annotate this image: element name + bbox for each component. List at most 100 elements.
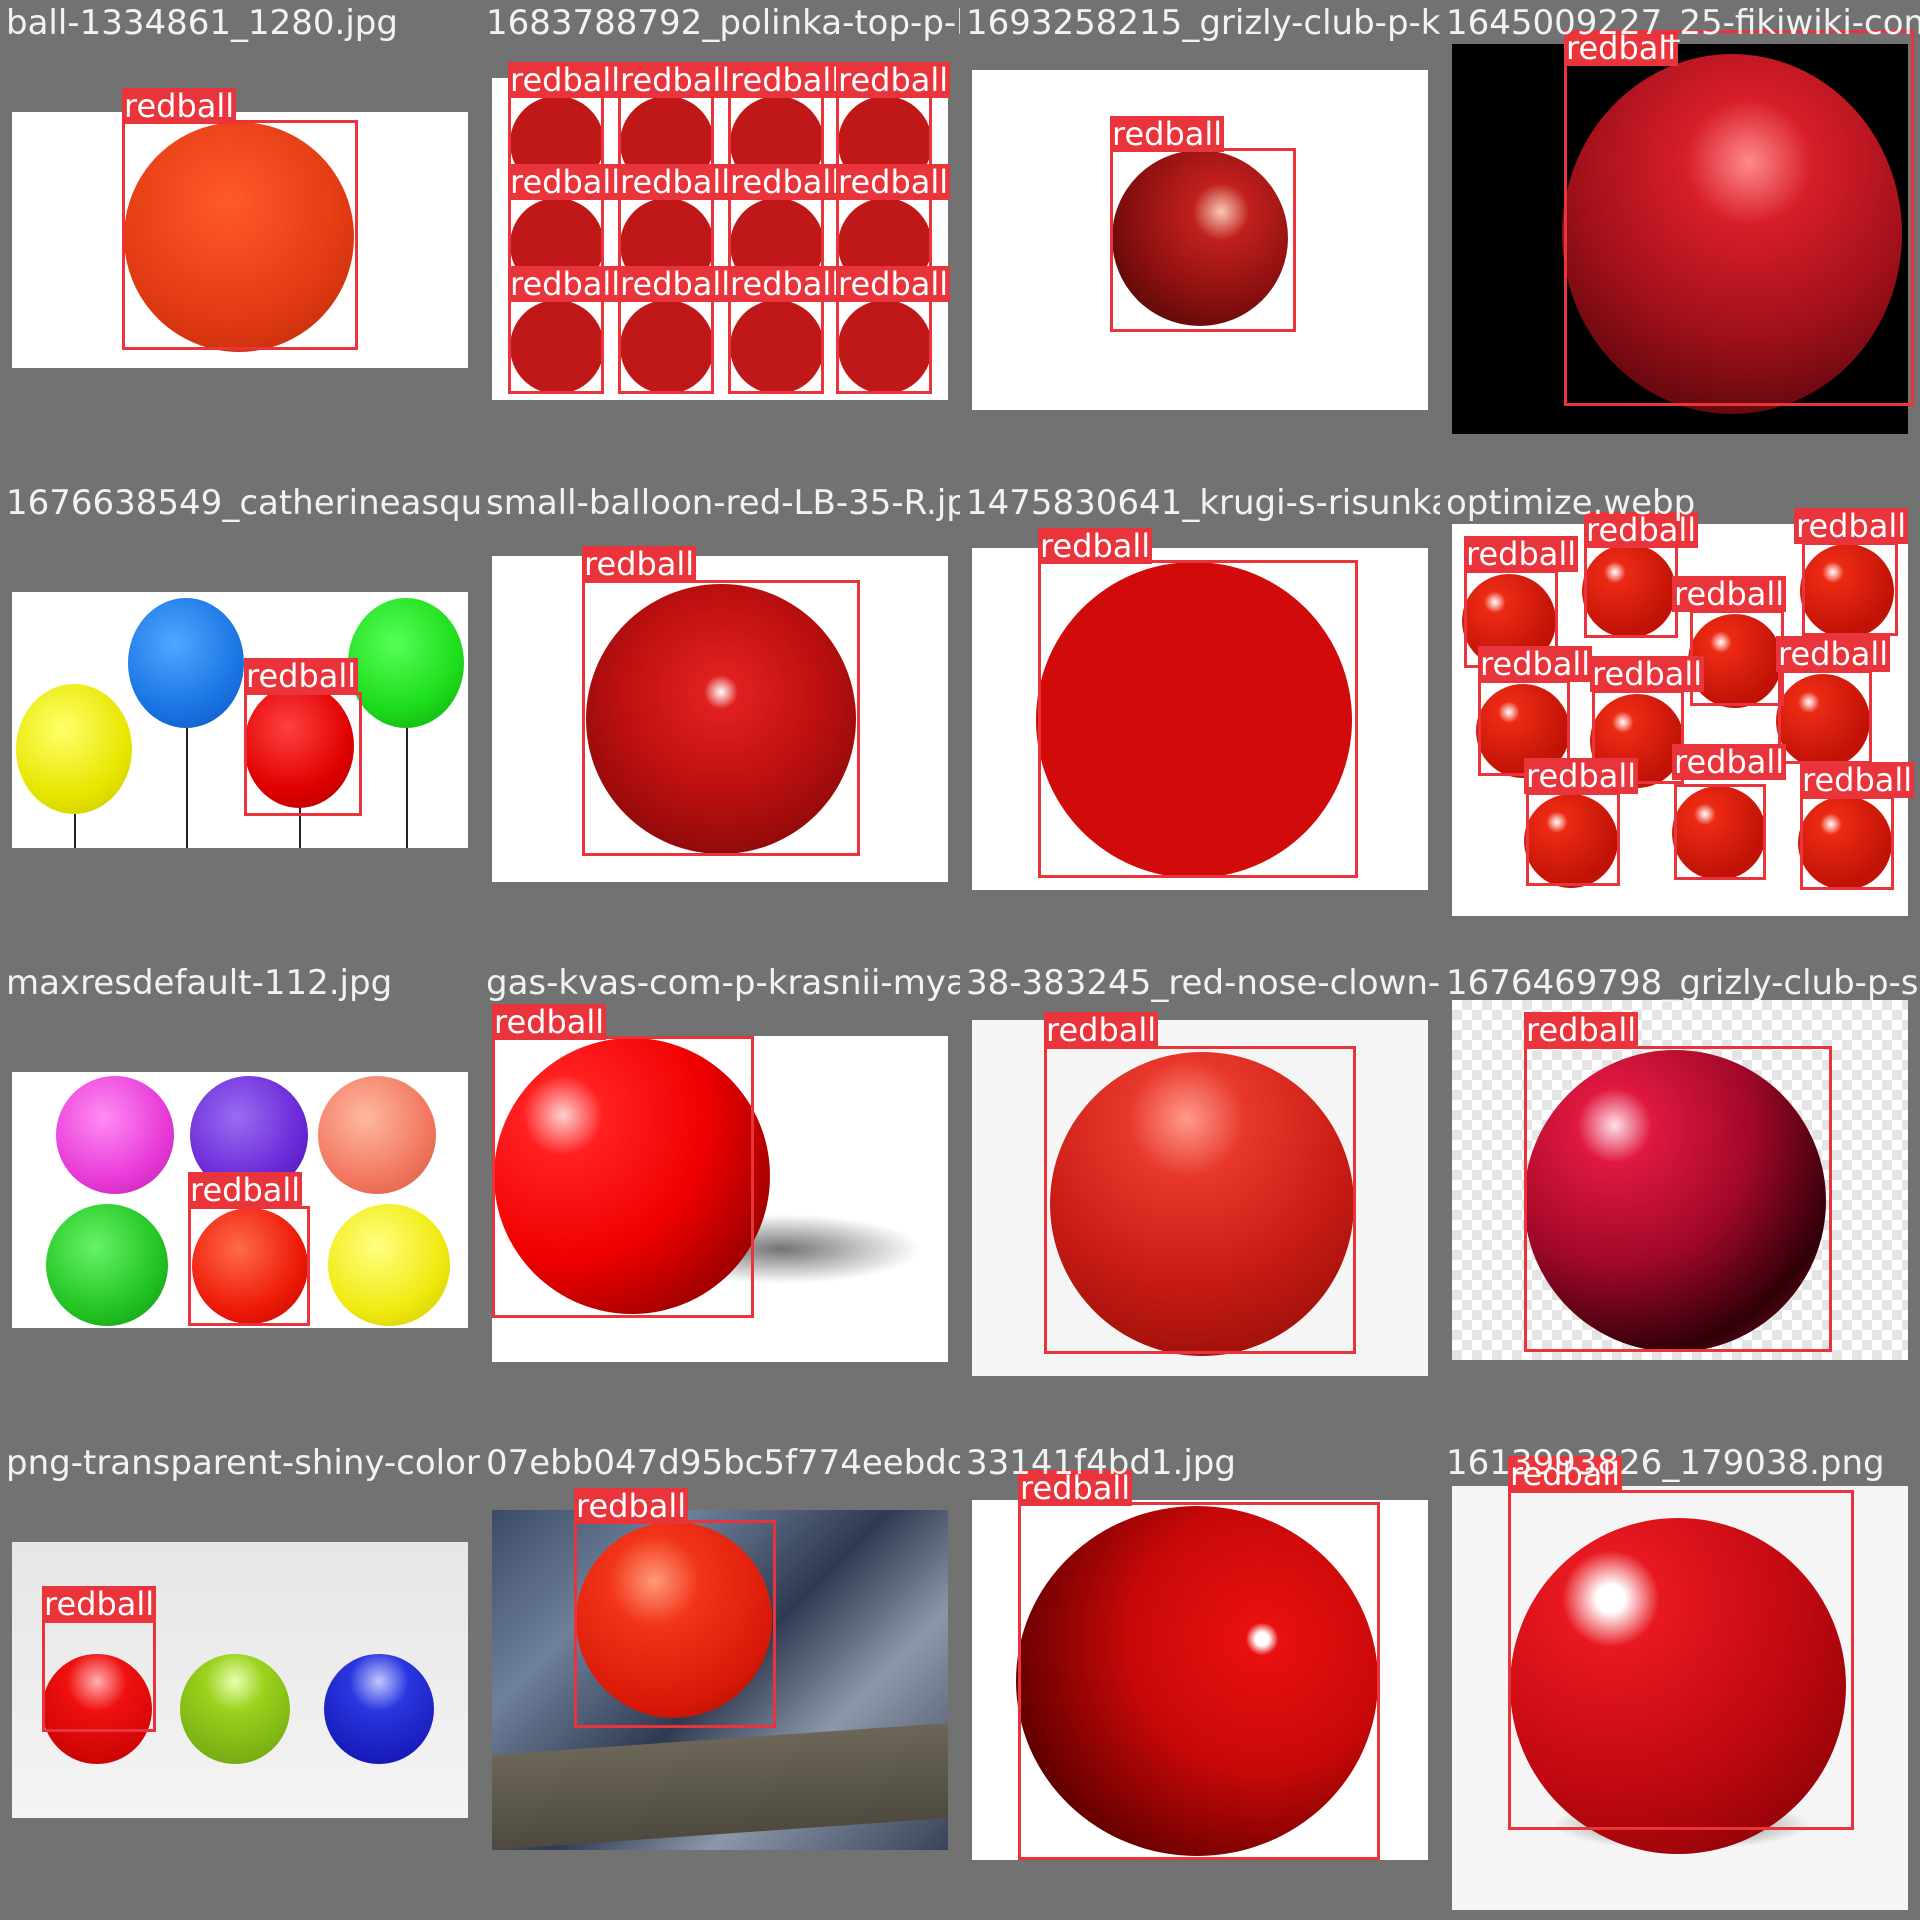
detection-label: redball	[618, 61, 733, 99]
cell-filename: 1475830641_krugi-s-risunkami-3.jpg	[966, 483, 1440, 523]
detection-box	[836, 298, 932, 394]
detection-box	[508, 298, 604, 394]
grid-cell[interactable]: 1683788792_polinka-top-p-krasnii-shar-2 …	[480, 0, 960, 480]
detection-box	[1584, 544, 1678, 638]
grid-cell[interactable]: 1645009227_25-fikiwiki-com redball	[1440, 0, 1920, 480]
detection-label: redball	[618, 163, 733, 201]
cell-filename: 38-383245_red-nose-clown-transparent-bac…	[966, 963, 1440, 1003]
cell-filename: 1645009227_25-fikiwiki-com	[1446, 3, 1920, 43]
detection-label: redball	[508, 265, 623, 303]
detection-label: redball	[728, 163, 843, 201]
detection-label: redball	[836, 61, 951, 99]
detection-label: redball	[574, 1487, 689, 1525]
balloon-string	[74, 814, 76, 848]
detection-label: redball	[1672, 743, 1787, 781]
cell-image	[12, 592, 468, 848]
grid-cell[interactable]: ball-1334861_1280.jpg redball	[0, 0, 480, 480]
detection-label: redball	[1672, 575, 1787, 613]
detection-label: redball	[1110, 115, 1225, 153]
grid-cell[interactable]: maxresdefault-112.jpg redball	[0, 960, 480, 1440]
detection-label: redball	[1044, 1011, 1159, 1049]
yellow-balloon	[16, 684, 132, 814]
detection-box	[492, 1036, 754, 1318]
detection-label: redball	[1776, 635, 1891, 673]
grid-cell[interactable]: optimize.webp redball redball redball re…	[1440, 480, 1920, 960]
detection-box	[1778, 670, 1872, 764]
blue-balloon	[128, 598, 244, 728]
detection-label: redball	[508, 61, 623, 99]
detection-label: redball	[1800, 761, 1915, 799]
cell-filename: png-transparent-shiny-colorful-balls.png	[6, 1443, 480, 1483]
detection-box	[188, 1206, 310, 1326]
detection-label: redball	[1478, 645, 1593, 683]
detection-box	[122, 120, 358, 350]
detection-label: redball	[582, 545, 697, 583]
grid-cell[interactable]: 38-383245_red-nose-clown-transparent-bac…	[960, 960, 1440, 1440]
blue-ball	[324, 1654, 434, 1764]
detection-label: redball	[122, 87, 237, 125]
balloon-string	[186, 728, 188, 848]
balloon-string	[406, 728, 408, 848]
detection-box	[1018, 1502, 1380, 1860]
detection-label: redball	[188, 1171, 303, 1209]
pink-ball	[56, 1076, 174, 1194]
detection-label: redball	[244, 657, 359, 695]
cell-filename: gas-kvas-com-p-krasnii-myach-83	[486, 963, 960, 1003]
detection-label: redball	[836, 163, 951, 201]
cell-filename: 1676469798_grizly-club-p-sharik-krasnii	[1446, 963, 1920, 1003]
detection-box	[1674, 784, 1766, 880]
cell-filename: 1693258215_grizly-club-p-kartinki-krasni…	[966, 3, 1440, 43]
detection-box	[244, 692, 362, 816]
green-ball	[46, 1204, 168, 1326]
cell-filename: 1676638549_catherineasquithgallery-com-p	[6, 483, 480, 523]
detection-label: redball	[1038, 527, 1153, 565]
detection-label: redball	[1464, 535, 1579, 573]
cell-filename: 33141f4bd1.jpg	[966, 1443, 1236, 1483]
detection-box	[1038, 560, 1358, 878]
detection-box	[1110, 148, 1296, 332]
detection-box	[728, 298, 824, 394]
detection-box	[1800, 796, 1894, 890]
detection-label: redball	[1794, 507, 1909, 545]
cell-filename: maxresdefault-112.jpg	[6, 963, 393, 1003]
detection-grid: ball-1334861_1280.jpg redball 1683788792…	[0, 0, 1920, 1920]
detection-box	[574, 1520, 776, 1728]
cell-filename: 07ebb047d95bc5f774eebdd75374b7f10.jpg	[486, 1443, 960, 1483]
detection-label: redball	[618, 265, 733, 303]
grid-cell[interactable]: 1676638549_catherineasquithgallery-com-p…	[0, 480, 480, 960]
cell-filename: ball-1334861_1280.jpg	[6, 3, 398, 43]
detection-box	[618, 298, 714, 394]
detection-label: redball	[728, 61, 843, 99]
grid-cell[interactable]: 1676469798_grizly-club-p-sharik-krasnii …	[1440, 960, 1920, 1440]
cell-filename: optimize.webp	[1446, 483, 1696, 523]
cell-filename: 1683788792_polinka-top-p-krasnii-shar-2	[486, 3, 960, 43]
detection-label: redball	[836, 265, 951, 303]
yellow-ball	[328, 1204, 450, 1326]
grid-cell[interactable]: 07ebb047d95bc5f774eebdd75374b7f10.jpg re…	[480, 1440, 960, 1920]
grid-cell[interactable]: 1693258215_grizly-club-p-kartinki-krasni…	[960, 0, 1440, 480]
detection-box	[42, 1620, 156, 1732]
detection-label: redball	[1524, 757, 1639, 795]
detection-box	[1508, 1490, 1854, 1830]
detection-label: redball	[1590, 655, 1705, 693]
detection-label: redball	[42, 1585, 157, 1623]
detection-box	[1564, 30, 1914, 406]
detection-label: redball	[492, 1003, 607, 1041]
peach-ball	[318, 1076, 436, 1194]
detection-box	[1526, 792, 1620, 886]
detection-box	[1802, 542, 1898, 636]
grid-cell[interactable]: png-transparent-shiny-colorful-balls.png…	[0, 1440, 480, 1920]
detection-label: redball	[508, 163, 623, 201]
detection-label: redball	[1524, 1011, 1639, 1049]
grid-cell[interactable]: gas-kvas-com-p-krasnii-myach-83 redball	[480, 960, 960, 1440]
green-balloon	[348, 598, 464, 728]
cell-filename: 1613993826_179038.png	[1446, 1443, 1885, 1483]
grid-cell[interactable]: 1475830641_krugi-s-risunkami-3.jpg redba…	[960, 480, 1440, 960]
grid-cell[interactable]: 33141f4bd1.jpg redball	[960, 1440, 1440, 1920]
cell-filename: small-balloon-red-LB-35-R.jpg	[486, 483, 960, 523]
grid-cell[interactable]: 1613993826_179038.png redball	[1440, 1440, 1920, 1920]
detection-label: redball	[728, 265, 843, 303]
green-ball	[180, 1654, 290, 1764]
grid-cell[interactable]: small-balloon-red-LB-35-R.jpg redball	[480, 480, 960, 960]
detection-box	[1044, 1046, 1356, 1354]
